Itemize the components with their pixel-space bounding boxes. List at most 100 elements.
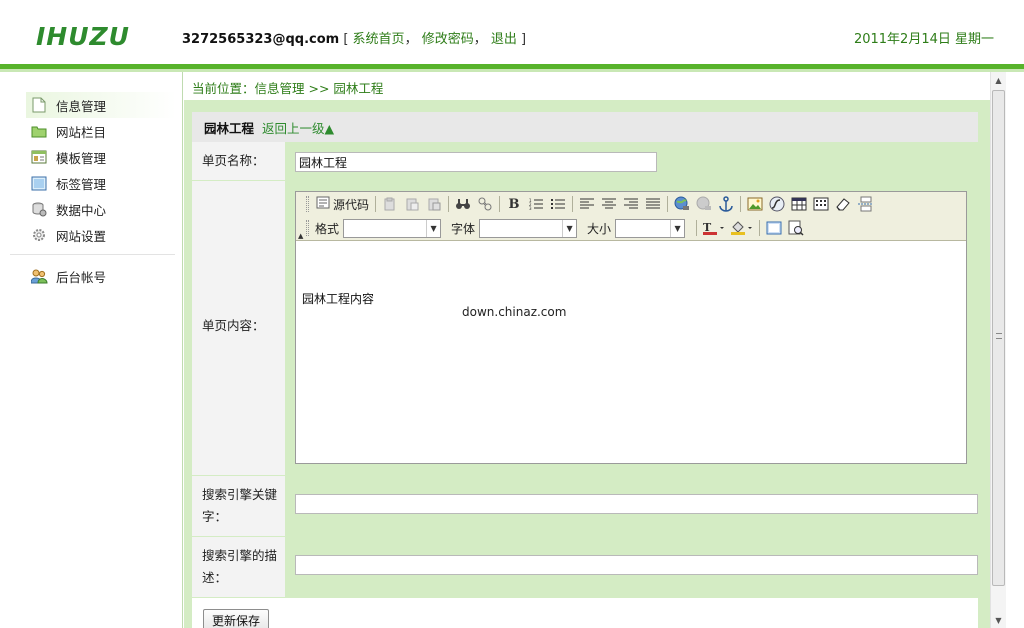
chevron-down-icon: ▼ xyxy=(670,219,684,237)
sidebar-item-tags[interactable]: 标签管理 xyxy=(26,170,176,196)
bracket-close: ] xyxy=(521,32,527,47)
bracket-open: [ xyxy=(343,32,349,47)
toolbar-grip xyxy=(306,196,309,212)
maximize-icon[interactable] xyxy=(763,218,785,238)
sidebar-divider xyxy=(10,254,175,255)
logo: IHUZU xyxy=(36,22,130,51)
keywords-label: 搜索引擎关键字： xyxy=(202,487,278,524)
link-icon[interactable] xyxy=(671,194,693,214)
rich-text-editor: 源代码 B 1 2 3 格式 ▼ 字体 ▼ 大小 ▼ T ▲ 园林工程内容 xyxy=(295,191,967,464)
home-link[interactable]: 系统首页 xyxy=(353,32,405,47)
unordered-list-icon[interactable] xyxy=(547,194,569,214)
user-email: 3272565323@qq.com xyxy=(182,32,340,47)
content-label: 单页内容： xyxy=(202,318,265,333)
save-button[interactable]: 更新保存 xyxy=(203,609,270,628)
back-link[interactable]: 返回上一级▲ xyxy=(262,118,334,137)
sidebar-item-settings[interactable]: 网站设置 xyxy=(26,222,176,248)
font-select[interactable]: ▼ xyxy=(479,218,578,238)
eraser-icon[interactable] xyxy=(832,194,854,214)
sidebar-item-label: 标签管理 xyxy=(56,176,107,192)
size-select[interactable]: ▼ xyxy=(615,218,686,238)
document-icon xyxy=(30,97,48,113)
toolbar-grip xyxy=(306,220,309,236)
find-icon[interactable] xyxy=(452,194,474,214)
editor-content-area[interactable]: 园林工程内容 xyxy=(296,242,966,463)
current-date: 2011年2月14日 星期一 xyxy=(853,32,994,47)
sidebar-item-label: 网站栏目 xyxy=(56,124,107,140)
ordered-list-icon[interactable]: 123 xyxy=(525,194,547,214)
cut-icon[interactable] xyxy=(379,194,401,214)
form-label-cell: 搜索引擎的描述： xyxy=(192,537,285,598)
image-icon[interactable] xyxy=(744,194,766,214)
align-left-icon[interactable] xyxy=(576,194,598,214)
right-edge xyxy=(1006,72,1024,628)
sidebar-item-info[interactable]: 信息管理 xyxy=(26,92,176,118)
form-row-submit xyxy=(192,598,978,628)
source-icon xyxy=(316,196,330,212)
editor-content-text: 园林工程内容 xyxy=(302,292,375,306)
special-char-icon[interactable] xyxy=(810,194,832,214)
sidebar-item-data-center[interactable]: 数据中心 xyxy=(26,196,176,222)
preview-icon[interactable] xyxy=(785,218,807,238)
sidebar-nav: 信息管理 网站栏目 模板管理 标签管理 数据中心 网站设置 xyxy=(26,92,176,248)
paste-text-icon[interactable] xyxy=(423,194,445,214)
align-center-icon[interactable] xyxy=(598,194,620,214)
vertical-scrollbar[interactable]: ▲ ▼ xyxy=(990,72,1006,628)
chevron-down-icon: ▼ xyxy=(562,219,576,237)
form-title-bar: 园林工程 返回上一级▲ xyxy=(192,112,978,142)
description-label: 搜索引擎的描述： xyxy=(202,548,278,585)
template-icon xyxy=(30,149,48,165)
form-label-cell: 单页名称： xyxy=(192,142,285,181)
main-content: 当前位置：信息管理 >> 园林工程 园林工程 返回上一级▲ 单页名称： 单页内容… xyxy=(184,72,990,628)
anchor-icon[interactable] xyxy=(715,194,737,214)
sidebar-item-label: 后台帐号 xyxy=(56,269,107,285)
app-window: IHUZU 3272565323@qq.com [ 系统首页， 修改密码， 退出… xyxy=(0,0,1024,628)
toolbar-collapse-icon[interactable]: ▲ xyxy=(298,232,303,240)
format-select[interactable]: ▼ xyxy=(343,218,442,238)
user-bar: 3272565323@qq.com [ 系统首页， 修改密码， 退出 ] xyxy=(182,32,527,47)
unlink-icon[interactable] xyxy=(693,194,715,214)
background-color-icon[interactable] xyxy=(728,218,756,238)
header: IHUZU 3272565323@qq.com [ 系统首页， 修改密码， 退出… xyxy=(0,0,1024,64)
align-justify-icon[interactable] xyxy=(642,194,664,214)
sidebar-item-label: 网站设置 xyxy=(56,228,107,244)
scroll-down-icon[interactable]: ▼ xyxy=(991,612,1006,628)
editor-toolbar: 源代码 B 1 2 3 格式 ▼ 字体 ▼ 大小 ▼ T ▲ xyxy=(296,192,966,241)
database-icon xyxy=(30,201,48,217)
sidebar-item-label: 数据中心 xyxy=(56,202,107,218)
size-label: 大小 xyxy=(587,221,612,236)
flash-icon[interactable] xyxy=(766,194,788,214)
name-label: 单页名称： xyxy=(202,153,265,168)
scroll-up-icon[interactable]: ▲ xyxy=(991,72,1006,88)
bold-icon[interactable]: B xyxy=(503,194,525,214)
replace-icon[interactable] xyxy=(474,194,496,214)
page-name-input[interactable] xyxy=(295,152,657,172)
sidebar-item-columns[interactable]: 网站栏目 xyxy=(26,118,176,144)
font-label: 字体 xyxy=(451,221,476,236)
paste-icon[interactable] xyxy=(401,194,423,214)
sidebar-item-templates[interactable]: 模板管理 xyxy=(26,144,176,170)
source-label: 源代码 xyxy=(333,197,370,212)
format-label: 格式 xyxy=(315,221,340,236)
align-right-icon[interactable] xyxy=(620,194,642,214)
folder-icon xyxy=(30,123,48,139)
page-break-icon[interactable] xyxy=(854,194,876,214)
page-title: 园林工程 xyxy=(204,120,255,136)
source-code-button[interactable]: 源代码 xyxy=(313,194,372,214)
toolbar-row-1: 源代码 B 1 2 3 xyxy=(306,193,876,215)
change-password-link[interactable]: 修改密码 xyxy=(422,32,474,47)
thumb-grip xyxy=(996,333,1002,339)
gear-icon xyxy=(30,227,48,243)
table-icon[interactable] xyxy=(788,194,810,214)
text-color-icon[interactable]: T xyxy=(700,218,728,238)
seo-keywords-input[interactable] xyxy=(295,494,978,514)
sidebar-item-label: 模板管理 xyxy=(56,150,107,166)
scrollbar-thumb[interactable] xyxy=(992,90,1005,586)
form-label-cell: 搜索引擎关键字： xyxy=(192,476,285,537)
sidebar-item-accounts[interactable]: 后台帐号 xyxy=(26,263,176,289)
logout-link[interactable]: 退出 xyxy=(491,32,517,47)
form-label-cell: 单页内容： xyxy=(192,181,285,476)
seo-description-input[interactable] xyxy=(295,555,978,575)
toolbar-row-2: 格式 ▼ 字体 ▼ 大小 ▼ T xyxy=(306,217,807,239)
chevron-down-icon: ▼ xyxy=(426,219,440,237)
